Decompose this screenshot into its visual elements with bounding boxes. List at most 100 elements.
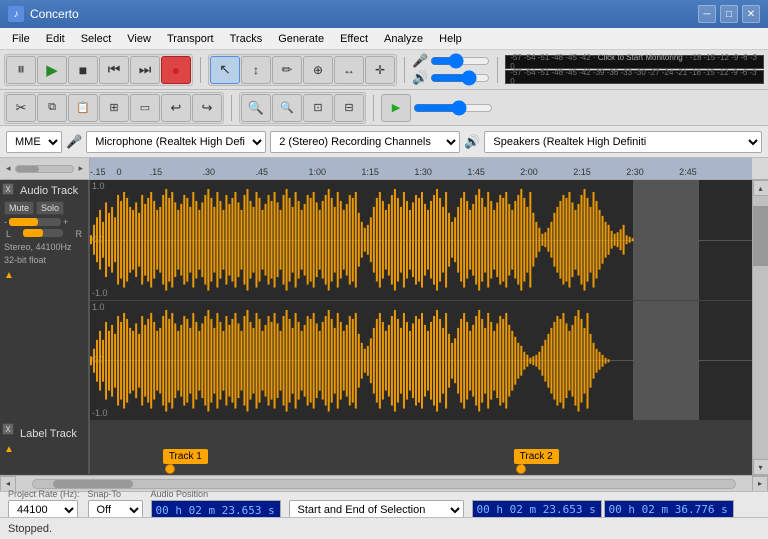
ruler-tick-145: 1:45	[467, 167, 485, 177]
play-button[interactable]: ▶	[37, 56, 67, 84]
copy-button[interactable]: ⧉	[37, 94, 67, 122]
mute-button[interactable]: Mute	[4, 201, 34, 215]
label-track-1-pin	[165, 464, 175, 474]
input-meter-display[interactable]: -57 -54 -51 -48 -45 -42 · Click to Start…	[505, 55, 764, 69]
channel-1-waveform: 1.0 0.0 -1.0	[90, 180, 752, 301]
output-meter-display: -57 -54 -51 -48 -45 -42 -39 -36 -33 -30 …	[505, 70, 764, 84]
gain-fill	[9, 218, 38, 226]
draw-tool-button[interactable]: ✏	[272, 56, 302, 84]
v-scroll-down-btn[interactable]: ▾	[753, 459, 768, 475]
label-track-2-line	[522, 464, 523, 470]
track-gain-row: - +	[4, 217, 84, 227]
pan-slider[interactable]	[23, 229, 63, 237]
h-scrollbar	[32, 479, 736, 489]
ruler-right-arrow[interactable]: ▸	[76, 161, 85, 176]
menu-select[interactable]: Select	[73, 31, 120, 47]
bottom-status-bar: Stopped.	[0, 517, 768, 539]
ruler-tick-200: 2:00	[520, 167, 538, 177]
v-scroll-thumb[interactable]	[753, 206, 768, 266]
multi-tool-button[interactable]: ✛	[365, 56, 395, 84]
skip-start-button[interactable]: ⏮	[99, 56, 129, 84]
status-bar: Project Rate (Hz): 44100 Snap-To Off Aud…	[0, 491, 768, 517]
envelope-tool-button[interactable]: ↕	[241, 56, 271, 84]
zoom-out-button[interactable]: 🔍	[272, 94, 302, 122]
stop-button[interactable]: ■	[68, 56, 98, 84]
menu-tracks[interactable]: Tracks	[222, 31, 271, 47]
label-track-controls: X Label Track ▲	[0, 420, 90, 474]
tracks-and-scroll: X Audio Track Mute Solo - +	[0, 180, 768, 491]
ruler-tick-100: 1:00	[308, 167, 326, 177]
audio-track-btn-row: Mute Solo	[4, 201, 84, 215]
playback-speed-slider[interactable]	[413, 101, 493, 115]
redo-button[interactable]: ↪	[192, 94, 222, 122]
menu-analyze[interactable]: Analyze	[376, 31, 431, 47]
zoom-fit-button[interactable]: ⊡	[303, 94, 333, 122]
v-scroll-up-btn[interactable]: ▴	[753, 180, 768, 196]
pan-r-label: R	[75, 229, 82, 239]
timeline-ruler[interactable]: ◂ ▸ -.15 0 .15 .30 .45 1:00 1:15 1:30 1:	[0, 158, 768, 180]
snap-to-label: Snap-To	[88, 489, 143, 499]
label-track-arrow[interactable]: ▲	[4, 444, 14, 455]
transport-controls: ⏸ ▶ ■ ⏮ ⏭ ●	[4, 54, 193, 86]
label-track-2-pin	[516, 464, 526, 474]
selection-tool-button[interactable]: ↖	[210, 56, 240, 84]
zoom-sel-button[interactable]: ⊟	[334, 94, 364, 122]
close-button[interactable]: ✕	[742, 5, 760, 23]
label-track-2: Track 2	[514, 449, 559, 474]
playback-meter-btn[interactable]: ▶	[381, 94, 411, 122]
menu-generate[interactable]: Generate	[270, 31, 332, 47]
label-track-close[interactable]: X	[2, 423, 14, 435]
channels-select[interactable]: 2 (Stereo) Recording Channels	[270, 131, 460, 153]
zoom-tools-group: 🔍 🔍 ⊡ ⊟	[239, 92, 366, 124]
skip-end-button[interactable]: ⏭	[130, 56, 160, 84]
ruler-left-arrow[interactable]: ◂	[4, 161, 13, 176]
ruler-tick-container: -.15 0 .15 .30 .45 1:00 1:15 1:30 1:45 2…	[90, 158, 752, 179]
separator-4	[231, 95, 232, 121]
v-scrollbar: ▴ ▾	[752, 180, 768, 475]
paste-button[interactable]: 📋	[68, 94, 98, 122]
host-select[interactable]: MME	[6, 131, 62, 153]
menu-help[interactable]: Help	[431, 31, 470, 47]
silence-button[interactable]: ▭	[130, 94, 160, 122]
zoom-in-button[interactable]: 🔍	[241, 94, 271, 122]
menu-file[interactable]: File	[4, 31, 38, 47]
tools-group: ↖ ↕ ✏ ⊕ ↔ ✛	[208, 54, 397, 86]
label-track-area: Track 1 Track 2	[90, 420, 752, 474]
audio-position-label: Audio Position	[151, 489, 281, 499]
output-gain-slider[interactable]	[430, 71, 490, 85]
maximize-button[interactable]: □	[720, 5, 738, 23]
undo-button[interactable]: ↩	[161, 94, 191, 122]
menu-edit[interactable]: Edit	[38, 31, 73, 47]
label-track-dropdown: ▲	[4, 444, 84, 455]
timeshift-tool-button[interactable]: ↔	[334, 56, 364, 84]
track-collapse-arrow[interactable]: ▲	[4, 270, 84, 281]
h-scroll-thumb[interactable]	[53, 480, 133, 488]
ruler-tick-30: .30	[203, 167, 216, 177]
menu-view[interactable]: View	[119, 31, 159, 47]
output-device-select[interactable]: Speakers (Realtek High Definiti	[484, 131, 762, 153]
tracks-with-vscroll: X Audio Track Mute Solo - +	[0, 180, 768, 475]
audio-track-close[interactable]: X	[2, 183, 14, 195]
label-track: X Label Track ▲ Track 1	[0, 420, 752, 475]
ruler-tick-115: 1:15	[361, 167, 379, 177]
zoom-tool-button[interactable]: ⊕	[303, 56, 333, 84]
input-device-select[interactable]: Microphone (Realtek High Defini	[86, 131, 266, 153]
menu-transport[interactable]: Transport	[159, 31, 222, 47]
gain-slider[interactable]	[9, 218, 61, 226]
minimize-button[interactable]: ─	[698, 5, 716, 23]
input-gain-slider[interactable]	[430, 54, 490, 68]
pause-button[interactable]: ⏸	[6, 56, 36, 84]
trim-button[interactable]: ⊞	[99, 94, 129, 122]
h-scroll-right-btn[interactable]: ▸	[752, 476, 768, 492]
ruler-tick-130: 1:30	[414, 167, 432, 177]
ruler-controls: ◂ ▸	[0, 158, 89, 179]
cut-button[interactable]: ✂	[6, 94, 36, 122]
separator-1	[200, 57, 201, 83]
speaker-icon-2: 🔊	[464, 134, 480, 150]
solo-button[interactable]: Solo	[36, 201, 64, 215]
ruler-track-header: ◂ ▸	[0, 158, 90, 179]
menu-effect[interactable]: Effect	[332, 31, 376, 47]
record-button[interactable]: ●	[161, 56, 191, 84]
menu-bar: File Edit Select View Transport Tracks G…	[0, 28, 768, 50]
track-info-line2: 32-bit float	[4, 254, 84, 267]
